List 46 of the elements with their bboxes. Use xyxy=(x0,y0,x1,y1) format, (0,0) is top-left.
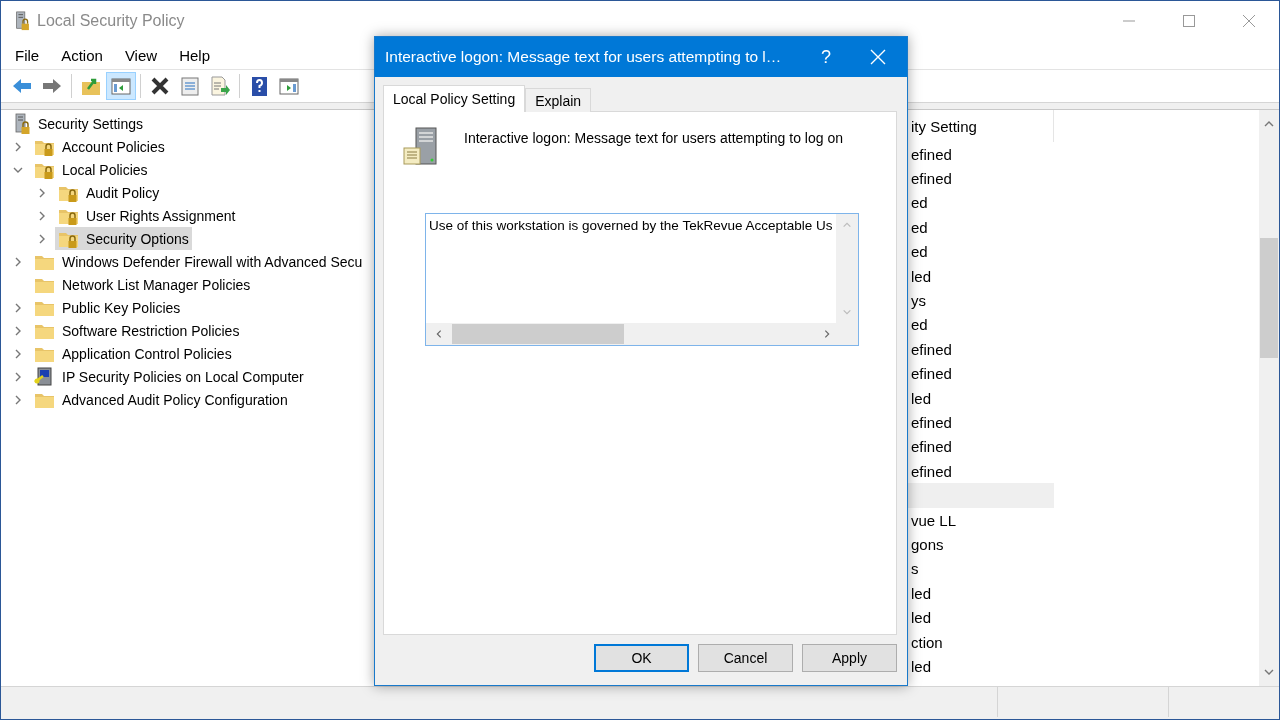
table-cell: efined xyxy=(911,170,952,188)
tree-item[interactable]: Local Policies xyxy=(31,158,151,181)
menu-item[interactable]: File xyxy=(7,44,48,66)
table-cell: s xyxy=(911,560,919,578)
menu-item[interactable]: Help xyxy=(171,44,218,66)
table-cell: led xyxy=(911,267,932,285)
table-cell: efined xyxy=(911,145,952,163)
menu-item[interactable]: Action xyxy=(53,44,111,66)
dialog-button[interactable]: Apply xyxy=(802,644,897,672)
policy-name: Interactive logon: Message text for users attempting to log on xyxy=(464,130,843,148)
message-field[interactable]: Use of this workstation is governed by the TekRevue Acceptable Us xyxy=(425,213,859,346)
table-cell: led xyxy=(911,609,932,627)
table-cell: efined xyxy=(911,365,952,383)
table-cell: efined xyxy=(911,414,952,431)
tree-item[interactable]: Software Restriction Policies xyxy=(31,319,243,342)
table-cell: efined xyxy=(911,462,952,480)
table-cell: efined xyxy=(911,340,952,358)
table-cell: gons xyxy=(911,535,944,553)
tree-item[interactable]: User Rights Assignment xyxy=(55,204,239,227)
menu-item[interactable]: View xyxy=(116,44,166,66)
tree-item[interactable]: Advanced Audit Policy Configuration xyxy=(31,388,291,411)
tab[interactable]: Explain xyxy=(525,88,592,112)
tree-item[interactable]: Public Key Policies xyxy=(31,296,184,319)
tree-item[interactable]: Windows Defender Firewall with Advanced Secu xyxy=(31,250,366,273)
tree-item[interactable]: Security Settings xyxy=(9,112,147,135)
help-button[interactable]: ? xyxy=(803,37,849,77)
tree-item[interactable]: Security Options xyxy=(55,227,192,250)
table-cell: ed xyxy=(911,194,928,212)
tree-item[interactable]: IP Security Policies on Local Computer xyxy=(31,365,307,388)
tree-item[interactable]: Account Policies xyxy=(31,135,168,158)
tab[interactable]: Local Policy Setting xyxy=(383,85,526,112)
table-cell: vue LL xyxy=(911,511,957,529)
table-cell: led xyxy=(911,584,932,602)
table-cell: led xyxy=(911,389,932,407)
tree-item[interactable]: Network List Manager Policies xyxy=(31,273,254,296)
table-cell: ed xyxy=(911,316,928,334)
dialog-button[interactable]: OK xyxy=(594,644,689,672)
table-cell: ction xyxy=(911,633,943,651)
tree-item[interactable]: Audit Policy xyxy=(55,181,163,204)
table-cell: ys xyxy=(911,292,926,310)
window-title: Local Security Policy xyxy=(37,12,185,30)
table-cell: ed xyxy=(911,243,928,261)
dialog-title: Interactive logon: Message text for users attempting to l… xyxy=(385,48,782,66)
table-cell: efined xyxy=(911,438,952,456)
tree-item[interactable]: Application Control Policies xyxy=(31,342,235,365)
dialog-button[interactable]: Cancel xyxy=(698,644,793,672)
